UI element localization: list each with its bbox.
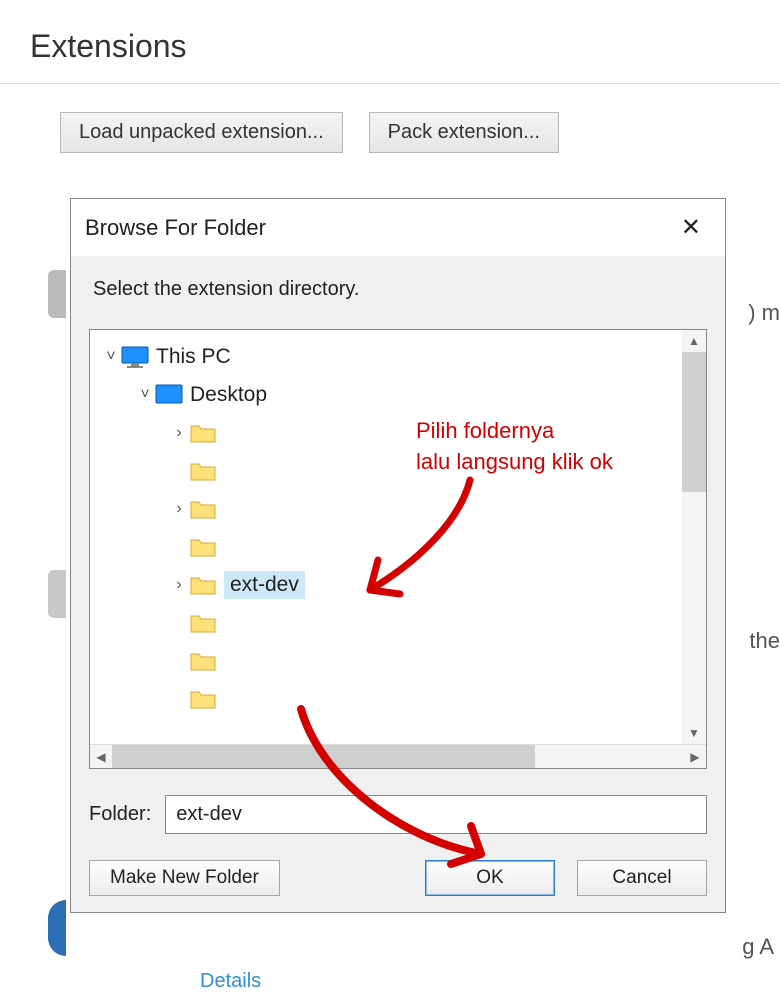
card-edge (48, 900, 66, 956)
scroll-up-icon[interactable]: ▲ (682, 330, 706, 352)
tree-item-desktop[interactable]: ˅ Desktop (90, 376, 682, 414)
folder-icon (188, 534, 218, 560)
chevron-right-icon[interactable]: › (170, 424, 188, 442)
monitor-icon (120, 344, 150, 370)
folder-tree: ˅ This PC ˅ Desktop (89, 329, 707, 769)
tree-item-folder[interactable]: › (90, 490, 682, 528)
tree-label: This PC (156, 345, 231, 369)
close-icon[interactable]: ✕ (671, 209, 711, 246)
folder-icon (188, 420, 218, 446)
scrollbar-thumb[interactable] (682, 352, 706, 492)
toolbar: Load unpacked extension... Pack extensio… (0, 92, 780, 173)
folder-icon (188, 572, 218, 598)
folder-icon (188, 686, 218, 712)
make-new-folder-button[interactable]: Make New Folder (89, 860, 280, 896)
chevron-right-icon[interactable]: › (170, 576, 188, 594)
page-title: Extensions (0, 0, 780, 83)
chevron-down-icon[interactable]: ˅ (136, 386, 154, 404)
tree-item-folder[interactable]: › (90, 414, 682, 452)
folder-icon (188, 458, 218, 484)
pack-extension-button[interactable]: Pack extension... (369, 112, 559, 153)
card-edge (48, 270, 66, 318)
horizontal-scrollbar[interactable]: ◀ ▶ (90, 744, 706, 768)
vertical-scrollbar[interactable]: ▲ ▼ (682, 330, 706, 744)
tree-label: Desktop (190, 383, 267, 407)
load-unpacked-button[interactable]: Load unpacked extension... (60, 112, 343, 153)
folder-icon (188, 610, 218, 636)
tree-label: ext-dev (224, 571, 305, 599)
details-link[interactable]: Details (200, 970, 261, 993)
scrollbar-thumb[interactable] (112, 745, 535, 768)
folder-field-label: Folder: (89, 803, 151, 826)
tree-item-folder[interactable]: › (90, 452, 682, 490)
dialog-title: Browse For Folder (85, 215, 266, 241)
desktop-icon (154, 382, 184, 408)
dialog-instruction: Select the extension directory. (89, 278, 707, 301)
tree-item-ext-dev[interactable]: › ext-dev (90, 566, 682, 604)
tree-item-this-pc[interactable]: ˅ This PC (90, 338, 682, 376)
tree-item-folder[interactable]: › (90, 604, 682, 642)
tree-item-folder[interactable]: › (90, 680, 682, 718)
divider (0, 83, 780, 84)
bg-text: g A (742, 934, 774, 960)
bg-text: ) m (748, 300, 780, 326)
folder-icon (188, 496, 218, 522)
scroll-left-icon[interactable]: ◀ (90, 745, 112, 768)
chevron-down-icon[interactable]: ˅ (102, 348, 120, 366)
tree-item-folder[interactable]: › (90, 528, 682, 566)
cancel-button[interactable]: Cancel (577, 860, 707, 896)
scroll-down-icon[interactable]: ▼ (682, 722, 706, 744)
card-edge (48, 570, 66, 618)
tree-item-folder[interactable]: › (90, 642, 682, 680)
dialog-titlebar: Browse For Folder ✕ (71, 199, 725, 256)
folder-input[interactable] (165, 795, 707, 834)
bg-text: the (749, 628, 780, 654)
scroll-right-icon[interactable]: ▶ (684, 745, 706, 768)
folder-icon (188, 648, 218, 674)
ok-button[interactable]: OK (425, 860, 555, 896)
chevron-right-icon[interactable]: › (170, 500, 188, 518)
browse-folder-dialog: Browse For Folder ✕ Select the extension… (70, 198, 726, 913)
